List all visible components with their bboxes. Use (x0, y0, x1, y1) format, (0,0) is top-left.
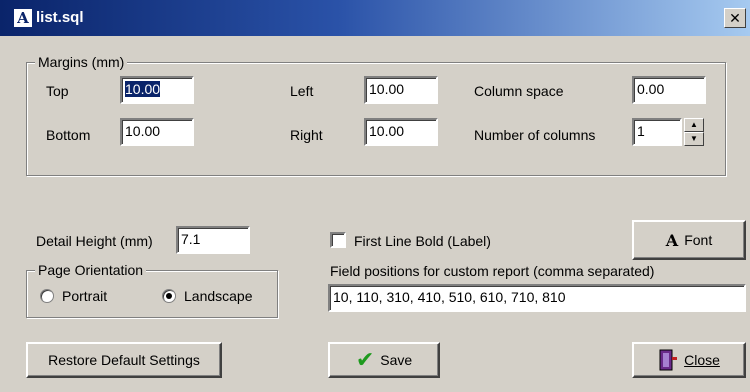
font-a-icon: A (665, 230, 679, 250)
page-orientation-legend: Page Orientation (35, 262, 147, 278)
close-button[interactable]: Close (632, 342, 746, 378)
left-margin-input[interactable]: 10.00 (364, 76, 438, 104)
title-bar: A list.sql ✕ (0, 0, 750, 36)
window-title: list.sql (36, 9, 84, 26)
right-label: Right (290, 127, 323, 143)
field-positions-input[interactable]: 10, 110, 310, 410, 510, 610, 710, 810 (328, 284, 746, 312)
landscape-label: Landscape (184, 288, 253, 304)
restore-default-settings-label: Restore Default Settings (48, 352, 200, 368)
bottom-label: Bottom (46, 127, 91, 143)
close-button-label: Close (684, 352, 720, 368)
font-button[interactable]: A Font (632, 220, 746, 260)
save-button-label: Save (380, 352, 413, 368)
spin-down-button[interactable]: ▼ (684, 132, 704, 146)
top-margin-value: 10.00 (125, 81, 161, 97)
left-label: Left (290, 83, 314, 99)
top-margin-input[interactable]: 10.00 (120, 76, 194, 104)
margins-legend: Margins (mm) (35, 54, 128, 70)
right-margin-input[interactable]: 10.00 (364, 118, 438, 146)
field-positions-label: Field positions for custom report (comma… (330, 263, 655, 279)
column-space-input[interactable]: 0.00 (632, 76, 706, 104)
restore-default-settings-button[interactable]: Restore Default Settings (26, 342, 222, 378)
detail-height-input[interactable]: 7.1 (176, 226, 250, 254)
save-button[interactable]: ✔ Save (328, 342, 440, 378)
font-button-label: Font (684, 232, 713, 248)
app-icon: A (14, 9, 32, 27)
first-line-bold-label: First Line Bold (Label) (354, 233, 491, 249)
bottom-margin-input[interactable]: 10.00 (120, 118, 194, 146)
landscape-radio[interactable] (162, 289, 176, 303)
number-of-columns-label: Number of columns (474, 127, 596, 143)
portrait-radio[interactable] (40, 289, 54, 303)
check-icon: ✔ (355, 347, 375, 372)
top-label: Top (46, 83, 69, 99)
portrait-label: Portrait (62, 288, 108, 304)
close-window-button[interactable]: ✕ (724, 8, 746, 28)
first-line-bold-checkbox[interactable] (330, 232, 346, 248)
column-space-label: Column space (474, 83, 564, 99)
number-of-columns-input[interactable]: 1 (632, 118, 682, 146)
door-exit-icon (659, 349, 678, 371)
spin-up-button[interactable]: ▲ (684, 118, 704, 132)
detail-height-label: Detail Height (mm) (36, 233, 153, 249)
